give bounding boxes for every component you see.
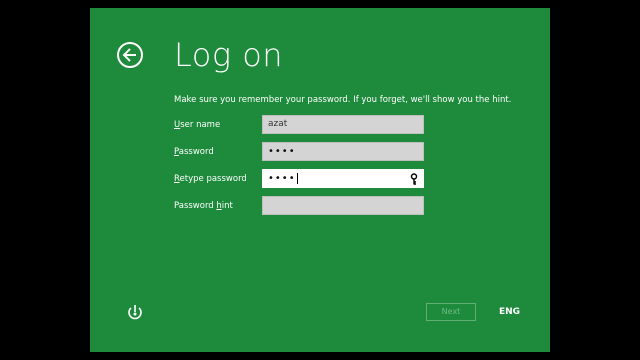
- text-caret: [296, 173, 298, 184]
- description-text: Make sure you remember your password. If…: [174, 95, 512, 105]
- password-hint-label: Password hint: [174, 201, 233, 211]
- password-label: Password: [174, 147, 214, 157]
- password-input[interactable]: ••••: [262, 142, 424, 161]
- ease-of-access-icon[interactable]: [127, 304, 143, 320]
- back-button[interactable]: [117, 42, 143, 68]
- retype-password-input[interactable]: ••••: [262, 169, 424, 188]
- language-indicator[interactable]: ENG: [499, 307, 520, 317]
- user-name-value: azat: [268, 119, 288, 129]
- password-hint-input[interactable]: [262, 196, 424, 215]
- retype-password-value: ••••: [268, 173, 296, 184]
- retype-password-label: Retype password: [174, 174, 247, 184]
- page-title: Log on: [174, 36, 284, 74]
- next-button[interactable]: Next: [426, 303, 476, 321]
- user-name-label: User name: [174, 120, 221, 130]
- reveal-password-icon[interactable]: [409, 173, 419, 185]
- password-value: ••••: [268, 146, 296, 157]
- user-name-input[interactable]: azat: [262, 115, 424, 134]
- back-arrow-icon: [122, 48, 136, 62]
